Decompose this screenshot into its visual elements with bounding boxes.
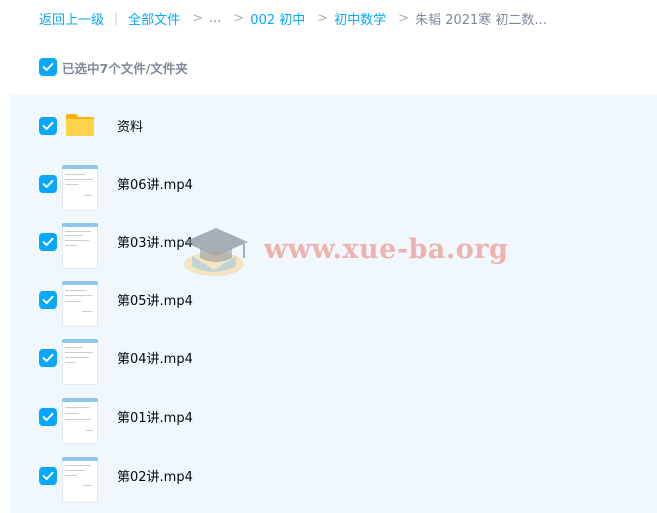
video-thumbnail [62,165,98,211]
video-thumbnail [62,398,98,444]
file-list: 资料 第06讲.mp4 第03讲.mp4 第05讲.mp4 第04讲.mp4 第… [10,95,657,513]
list-item[interactable]: 资料 [10,96,657,154]
breadcrumb-divider: | [114,11,119,25]
checkmark-icon [42,295,54,304]
row-checkbox[interactable] [39,467,57,485]
file-name[interactable]: 第04讲.mp4 [117,348,193,367]
breadcrumb-item-ellipsis[interactable]: ... [209,11,221,26]
breadcrumb-item-current: 朱韬 2021寒 初二数... [415,12,547,28]
video-thumbnail [62,223,98,269]
chevron-right-icon: > [233,10,245,26]
video-thumbnail [62,339,98,385]
video-thumbnail [62,457,98,503]
select-all[interactable]: 已选中7个文件/文件夹 [39,58,188,76]
breadcrumb-item-all-files[interactable]: 全部文件 [128,9,180,28]
list-item[interactable]: 第02讲.mp4 [10,446,657,504]
checkmark-icon [42,237,54,246]
row-checkbox[interactable] [39,349,57,367]
checkmark-icon [42,353,54,362]
row-checkbox[interactable] [39,175,57,193]
folder-icon [65,110,95,144]
selection-count-label: 已选中7个文件/文件夹 [62,60,188,76]
list-item[interactable]: 第04讲.mp4 [10,328,657,386]
video-thumbnail [62,281,98,327]
chevron-right-icon: > [398,10,410,26]
list-item[interactable]: 第06讲.mp4 [10,154,657,212]
row-checkbox[interactable] [39,233,57,251]
back-link[interactable]: 返回上一级 [39,9,104,28]
file-name[interactable]: 资料 [117,116,143,135]
list-item[interactable]: 第03讲.mp4 [10,212,657,270]
chevron-right-icon: > [192,10,203,26]
select-all-checkbox[interactable] [39,58,57,76]
file-name[interactable]: 第06讲.mp4 [117,174,193,193]
chevron-right-icon: > [317,10,329,26]
file-name[interactable]: 第02讲.mp4 [117,466,193,485]
row-checkbox[interactable] [39,117,57,135]
row-checkbox[interactable] [39,408,57,426]
checkmark-icon [42,179,54,188]
list-item[interactable]: 第05讲.mp4 [10,270,657,328]
breadcrumb-item-math[interactable]: 初中数学 [334,9,386,28]
file-name[interactable]: 第03讲.mp4 [117,232,193,251]
list-item[interactable]: 第01讲.mp4 [10,387,657,445]
checkmark-icon [42,62,54,71]
checkmark-icon [42,471,54,480]
checkmark-icon [42,121,54,130]
file-name[interactable]: 第05讲.mp4 [117,290,193,309]
breadcrumb: 返回上一级 | 全部文件 > ... > 002 初中 > 初中数学 > 朱韬 … [39,9,547,28]
row-checkbox[interactable] [39,291,57,309]
checkmark-icon [42,412,54,421]
file-name[interactable]: 第01讲.mp4 [117,407,193,426]
breadcrumb-item-junior-high[interactable]: 002 初中 [250,9,305,28]
